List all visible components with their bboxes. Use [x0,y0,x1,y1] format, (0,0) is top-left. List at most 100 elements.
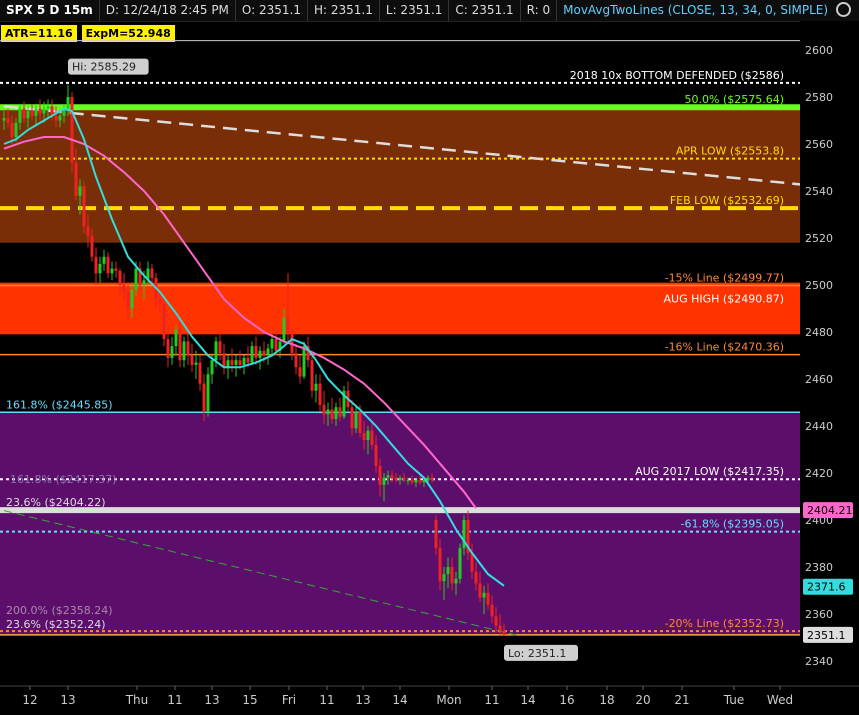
y-tick-label-1: 2360 [805,608,833,621]
y-tick-label-9: 2520 [805,232,833,245]
price-tag-1: 2371.6 [803,578,853,595]
candle-64 [258,346,262,370]
study-label[interactable]: MovAvgTwoLines (CLOSE, 13, 34, 0, SIMPLE… [557,0,834,21]
candle-body [454,578,458,584]
candle-body [14,122,18,137]
candle-85 [342,386,346,419]
candle-body [6,118,10,123]
close-readout: C: 2351.1 [449,0,521,21]
candle-body [102,256,106,264]
candle-17 [70,92,74,173]
candle-body [358,411,362,434]
candle-body [406,480,410,482]
candle-body [130,289,134,309]
level-label-13: 23.6% ($2352.24) [6,618,106,631]
candle-body [178,329,182,361]
candle-body [398,477,402,481]
candle-body [378,465,382,485]
candle-body [10,122,14,137]
candle-body [38,108,42,114]
candle-23 [94,247,98,285]
y-tick-label-8: 2500 [805,279,833,292]
annotation-text: Lo: 2351.1 [508,647,566,660]
candle-62 [250,341,254,365]
x-tick-label-5: 15 [242,693,257,707]
candle-body [310,360,314,391]
candle-body [230,360,234,365]
x-tick-label-1: 13 [60,693,75,707]
candle-body [250,346,254,363]
candle-body [410,480,414,483]
candle-body [318,383,322,405]
candle-57 [230,348,234,372]
candle-28 [114,261,118,278]
candle-body [274,339,278,351]
candle-body [446,567,450,575]
level-label-11: 200.0% ($2358.24) [6,604,113,617]
candle-86 [346,381,350,412]
y-tick-label-6: 2460 [805,373,833,386]
candle-body [458,548,462,579]
settings-gear-icon[interactable] [836,2,851,17]
candle-body [134,268,138,290]
open-readout: O: 2351.1 [236,0,309,21]
candle-body [282,317,286,342]
candle-42 [170,336,174,365]
x-tick-label-13: 16 [559,693,574,707]
candle-body [22,108,26,119]
candle-body [254,346,258,358]
level-label-0: 2018 10x BOTTOM DEFENDED ($2586) [570,69,784,82]
high-readout: H: 2351.1 [308,0,380,21]
candle-47 [190,343,194,372]
candle-66 [266,343,270,365]
candle-body [198,362,202,384]
y-tick-label-13: 2600 [805,44,833,57]
candle-body [226,360,230,368]
candle-40 [162,296,166,347]
candle-body [286,317,290,335]
candle-body [498,625,502,631]
candle-body [58,115,62,121]
candle-body [418,480,422,483]
candle-body [46,106,50,109]
candle-body [314,383,318,391]
candle-body [478,583,482,598]
candle-body [18,108,22,123]
candle-78 [314,374,318,403]
candle-26 [106,252,110,278]
level-label-5: AUG HIGH ($2490.87) [664,292,784,305]
chart-header: SPX 5 D 15m D: 12/24/18 2:45 PM O: 2351.1 H… [0,0,859,22]
candle-49 [198,355,202,391]
price-chart[interactable]: 2018 10x BOTTOM DEFENDED ($2586) 50.0% ($… [0,21,859,715]
candle-body [486,592,490,605]
x-tick-label-9: 14 [392,693,407,707]
candle-body [74,162,78,196]
x-tick-label-14: 18 [599,693,614,707]
candle-body [210,360,214,375]
y-tick-label-11: 2560 [805,138,833,151]
candle-body [334,407,338,419]
candle-body [266,348,270,356]
candle-body [82,186,86,227]
candle-63 [254,336,258,365]
candle-54 [218,332,222,361]
candle-body [182,341,186,361]
candle-body [174,329,178,347]
candle-body [270,339,274,349]
candle-body [106,256,110,274]
y-tick-label-12: 2580 [805,91,833,104]
candle-body [118,270,122,285]
candle-body [94,256,98,274]
level-label-8: AUG 2017 LOW ($2417.35) [635,465,784,478]
candle-body [302,346,306,377]
price-tag-text: 2371.6 [807,581,846,594]
y-tick-label-5: 2440 [805,420,833,433]
candle-body [362,433,366,441]
candle-body [482,592,486,598]
candle-body [150,268,154,278]
price-tag-text: 2351.1 [807,629,846,642]
candle-body [402,477,406,481]
high-annotation: Hi: 2585.29 [68,58,149,75]
candle-body [438,548,442,582]
symbol-label[interactable]: SPX 5 D 15m [0,0,100,21]
